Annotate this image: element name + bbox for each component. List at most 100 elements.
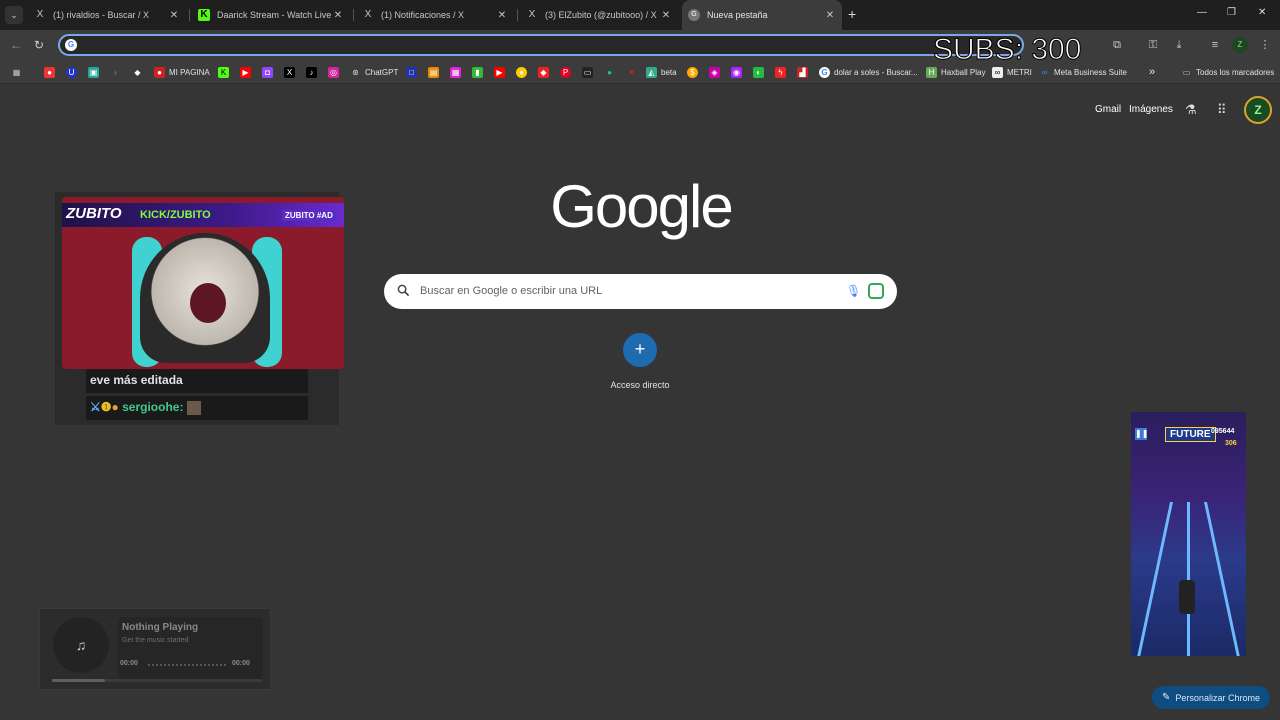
bookmark-icon[interactable]: ▤ bbox=[428, 65, 443, 79]
metri-icon: ∞ bbox=[992, 66, 1003, 78]
bookmark-metri[interactable]: ∞ METRI bbox=[992, 65, 1032, 79]
profile-avatar[interactable]: Z bbox=[1232, 37, 1248, 53]
google-lens-icon[interactable] bbox=[868, 283, 884, 299]
tab-search-button[interactable]: ⌄ bbox=[5, 6, 23, 24]
bookmark-icon[interactable]: ● bbox=[516, 65, 531, 79]
new-tab-button[interactable]: + bbox=[848, 7, 856, 21]
close-icon[interactable]: ✕ bbox=[496, 10, 508, 21]
youtube-bookmark[interactable]: ▶ bbox=[240, 65, 255, 79]
bookmark-icon[interactable]: ✕ bbox=[626, 65, 641, 79]
music-track-line bbox=[148, 664, 226, 666]
haxball-icon: H bbox=[926, 66, 937, 78]
bookmark-icon[interactable]: ▦ bbox=[450, 65, 465, 79]
bookmark-icon[interactable]: ▭ bbox=[582, 65, 597, 79]
bookmark-icon[interactable]: ▮ bbox=[472, 65, 487, 79]
account-avatar[interactable]: Z bbox=[1244, 96, 1272, 124]
passwords-icon[interactable]: ⚿ bbox=[1146, 38, 1160, 52]
tab-rivaldios[interactable]: X (1) rivaldios - Buscar / X ✕ bbox=[28, 0, 186, 30]
google-icon: G bbox=[65, 39, 77, 51]
tab-title: Daarick Stream - Watch Live on Ki bbox=[217, 10, 332, 20]
pinterest-bookmark[interactable]: P bbox=[560, 65, 575, 79]
restore-button[interactable]: ❐ bbox=[1227, 7, 1236, 18]
music-widget: ♫ Nothing Playing Get the music started … bbox=[39, 608, 271, 690]
search-box[interactable]: Buscar en Google o escribir una URL 🎙 bbox=[384, 274, 897, 309]
bookmark-mi-pagina[interactable]: ● MI PAGINA bbox=[154, 65, 210, 79]
microphone-icon[interactable]: 🎙 bbox=[846, 284, 861, 298]
kick-bookmark[interactable]: K bbox=[218, 65, 233, 79]
tab-divider bbox=[517, 9, 518, 21]
customize-chrome-button[interactable]: ✎ Personalizar Chrome bbox=[1152, 686, 1270, 709]
close-icon[interactable]: ✕ bbox=[332, 10, 344, 21]
bookmark-chatgpt[interactable]: ⊛ ChatGPT bbox=[350, 65, 398, 79]
google-icon: G bbox=[819, 66, 830, 78]
bookmark-icon[interactable]: ◉ bbox=[731, 65, 746, 79]
creator-code-label: ZUBITO #AD bbox=[282, 210, 336, 221]
tab-title: (3) ElZubito (@zubitooo) / X bbox=[545, 10, 657, 20]
tab-title: Nueva pestaña bbox=[707, 10, 768, 20]
all-bookmarks-folder[interactable]: ▭ Todos los marcadores bbox=[1181, 65, 1275, 79]
bookmark-icon[interactable]: ▟ bbox=[797, 65, 812, 79]
x-bookmark[interactable]: X bbox=[284, 65, 299, 79]
close-icon[interactable]: ✕ bbox=[660, 10, 672, 21]
music-info-panel: Nothing Playing Get the music started 00… bbox=[118, 617, 263, 679]
bookmark-icon[interactable]: ◆ bbox=[132, 65, 147, 79]
bookmark-icon[interactable]: ◆ bbox=[538, 65, 553, 79]
bookmark-icon[interactable]: ϟ bbox=[775, 65, 790, 79]
bookmark-beta[interactable]: ◭ beta bbox=[646, 65, 677, 79]
images-link[interactable]: Imágenes bbox=[1129, 104, 1173, 115]
badge-icon: ❶ bbox=[100, 400, 112, 414]
bookmarks-overflow-button[interactable]: » bbox=[1149, 65, 1155, 79]
bookmark-icon[interactable]: U bbox=[66, 65, 81, 79]
bookmark-icon[interactable]: ▣ bbox=[88, 65, 103, 79]
minimize-button[interactable]: — bbox=[1197, 7, 1207, 18]
tab-elzubito[interactable]: X (3) ElZubito (@zubitooo) / X ✕ bbox=[520, 0, 678, 30]
music-subtitle: Get the music started bbox=[122, 637, 189, 644]
bookmark-icon[interactable]: ◐ bbox=[753, 65, 768, 79]
customize-label: Personalizar Chrome bbox=[1175, 692, 1260, 703]
bookmark-icon[interactable]: ● bbox=[44, 65, 59, 79]
add-shortcut-button[interactable]: + bbox=[623, 333, 657, 367]
back-icon[interactable]: ← bbox=[10, 38, 22, 52]
tab-nueva-pestana[interactable]: G Nueva pestaña ✕ bbox=[682, 0, 842, 30]
bookmark-icon[interactable]: › bbox=[110, 65, 125, 79]
labs-flask-icon[interactable]: ⚗ bbox=[1185, 102, 1197, 118]
youtube-bookmark[interactable]: ▶ bbox=[494, 65, 509, 79]
download-icon[interactable]: ⤓ bbox=[1172, 38, 1186, 52]
tab-divider bbox=[353, 9, 354, 21]
menu-icon[interactable]: ⋮ bbox=[1258, 38, 1272, 52]
badge-icon: ● bbox=[111, 400, 119, 414]
music-note-icon: ♫ bbox=[53, 617, 109, 673]
folder-icon: ▭ bbox=[1182, 67, 1191, 77]
google-apps-icon[interactable]: ⠿ bbox=[1217, 102, 1227, 118]
mi-pagina-icon: ● bbox=[154, 66, 165, 78]
bookmark-icon[interactable]: ◈ bbox=[709, 65, 724, 79]
music-time-start: 00:00 bbox=[120, 660, 138, 667]
close-icon[interactable]: ✕ bbox=[824, 10, 836, 21]
bookmark-meta[interactable]: ∞ Meta Business Suite bbox=[1039, 65, 1127, 79]
bookmark-haxball[interactable]: H Haxball Play bbox=[926, 65, 985, 79]
tab-notificaciones[interactable]: X (1) Notificaciones / X ✕ bbox=[356, 0, 514, 30]
close-window-button[interactable]: ✕ bbox=[1258, 7, 1266, 18]
x-icon: X bbox=[364, 9, 372, 20]
tiktok-bookmark[interactable]: ♪ bbox=[306, 65, 321, 79]
address-bar[interactable]: G bbox=[58, 34, 1024, 56]
bookmark-icon[interactable]: □ bbox=[406, 65, 421, 79]
apps-icon[interactable]: ▦ bbox=[11, 65, 26, 79]
instagram-bookmark[interactable]: ◎ bbox=[328, 65, 343, 79]
tab-kick-stream[interactable]: K Daarick Stream - Watch Live on Ki ✕ bbox=[192, 0, 350, 30]
twitch-bookmark[interactable]: ◘ bbox=[262, 65, 277, 79]
close-icon[interactable]: ✕ bbox=[168, 10, 180, 21]
track-rail bbox=[1187, 502, 1190, 656]
sword-badge-icon: ⚔ bbox=[90, 400, 101, 414]
bookmark-dolar[interactable]: Gdolar a soles - Buscar... bbox=[819, 65, 918, 79]
bookmark-icon[interactable]: ● bbox=[604, 65, 619, 79]
bookmark-icon[interactable]: $ bbox=[687, 65, 702, 79]
reload-icon[interactable]: ↻ bbox=[34, 38, 44, 52]
extensions-icon[interactable]: ⧉ bbox=[1110, 38, 1124, 52]
pencil-icon: ✎ bbox=[1162, 692, 1171, 703]
chat-username: sergioohe: bbox=[122, 400, 184, 414]
reading-list-icon[interactable]: ≡ bbox=[1208, 38, 1222, 52]
gmail-link[interactable]: Gmail bbox=[1095, 104, 1121, 115]
tab-title: (1) Notificaciones / X bbox=[381, 10, 465, 20]
add-shortcut-label[interactable]: Acceso directo bbox=[590, 380, 690, 390]
